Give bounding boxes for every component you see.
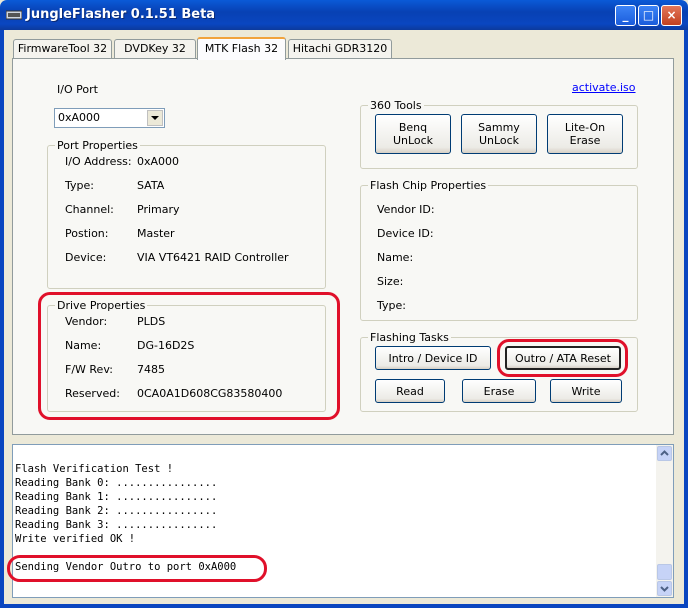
log-line: Reading Bank 0: ................ bbox=[15, 477, 218, 489]
activate-iso-link[interactable]: activate.iso bbox=[572, 81, 636, 94]
button-label: Erase bbox=[569, 134, 601, 147]
button-label: UnLock bbox=[392, 134, 434, 147]
log-line: Reading Bank 1: ................ bbox=[15, 491, 218, 503]
port-row-value: SATA bbox=[137, 179, 165, 192]
port-row-label: I/O Address: bbox=[65, 155, 132, 168]
tab-firmwaretool[interactable]: FirmwareTool 32 bbox=[13, 39, 112, 58]
dropdown-arrow-icon[interactable] bbox=[147, 110, 163, 126]
scroll-down-icon[interactable] bbox=[657, 581, 672, 596]
io-port-label: I/O Port bbox=[57, 83, 98, 96]
window-title: JungleFlasher 0.1.51 Beta bbox=[26, 7, 216, 22]
benq-unlock-button[interactable]: Benq UnLock bbox=[375, 114, 451, 154]
port-row-label: Postion: bbox=[65, 227, 109, 240]
write-button[interactable]: Write bbox=[550, 379, 622, 403]
window-frame-left bbox=[0, 30, 4, 608]
button-label: UnLock bbox=[478, 134, 520, 147]
chip-row-label: Size: bbox=[377, 275, 404, 288]
button-label: Benq bbox=[398, 121, 428, 134]
port-row-value: 0xA000 bbox=[137, 155, 180, 168]
log-scrollbar[interactable] bbox=[656, 445, 673, 597]
tab-mtk-flash[interactable]: MTK Flash 32 bbox=[197, 37, 286, 60]
port-row-value: Master bbox=[137, 227, 175, 240]
button-label: Lite-On bbox=[564, 121, 606, 134]
flashing-tasks-title: Flashing Tasks bbox=[368, 331, 451, 344]
io-port-select[interactable]: 0xA000 bbox=[54, 108, 165, 128]
chip-row-label: Device ID: bbox=[377, 227, 434, 240]
liteon-erase-button[interactable]: Lite-On Erase bbox=[547, 114, 623, 154]
log-line-highlight bbox=[7, 555, 267, 582]
sammy-unlock-button[interactable]: Sammy UnLock bbox=[461, 114, 537, 154]
read-button[interactable]: Read bbox=[375, 379, 445, 403]
port-row-value: Primary bbox=[137, 203, 180, 216]
button-label: Sammy bbox=[478, 121, 520, 134]
app-icon bbox=[6, 10, 22, 20]
outro-button-highlight bbox=[497, 339, 628, 377]
flash-chip-title: Flash Chip Properties bbox=[368, 179, 489, 192]
tab-hitachi[interactable]: Hitachi GDR3120 bbox=[288, 39, 392, 58]
chip-row-label: Vendor ID: bbox=[377, 203, 435, 216]
erase-button[interactable]: Erase bbox=[462, 379, 536, 403]
minimize-button[interactable]: _ bbox=[615, 5, 636, 26]
tools-360-title: 360 Tools bbox=[368, 99, 424, 112]
io-port-value: 0xA000 bbox=[58, 111, 101, 124]
port-row-label: Device: bbox=[65, 251, 107, 264]
intro-device-id-button[interactable]: Intro / Device ID bbox=[375, 346, 491, 370]
log-line: Write verified OK ! bbox=[15, 533, 136, 545]
log-line: Reading Bank 3: ................ bbox=[15, 519, 218, 531]
port-properties-title: Port Properties bbox=[55, 139, 140, 152]
window-frame-bottom bbox=[0, 604, 688, 608]
chip-row-label: Name: bbox=[377, 251, 414, 264]
chip-row-label: Type: bbox=[377, 299, 406, 312]
log-line: Flash Verification Test ! bbox=[15, 463, 174, 475]
port-row-label: Type: bbox=[65, 179, 94, 192]
log-line: Reading Bank 2: ................ bbox=[15, 505, 218, 517]
window-frame-right bbox=[684, 30, 688, 608]
drive-properties-highlight bbox=[38, 292, 340, 420]
scroll-up-icon[interactable] bbox=[657, 446, 672, 461]
scroll-thumb[interactable] bbox=[657, 564, 672, 580]
close-button[interactable]: × bbox=[661, 5, 682, 26]
tab-dvdkey[interactable]: DVDKey 32 bbox=[114, 39, 196, 58]
title-bar[interactable]: JungleFlasher 0.1.51 Beta _ □ × bbox=[0, 0, 688, 30]
maximize-button[interactable]: □ bbox=[638, 5, 659, 26]
port-row-label: Channel: bbox=[65, 203, 114, 216]
port-row-value: VIA VT6421 RAID Controller bbox=[137, 251, 289, 264]
